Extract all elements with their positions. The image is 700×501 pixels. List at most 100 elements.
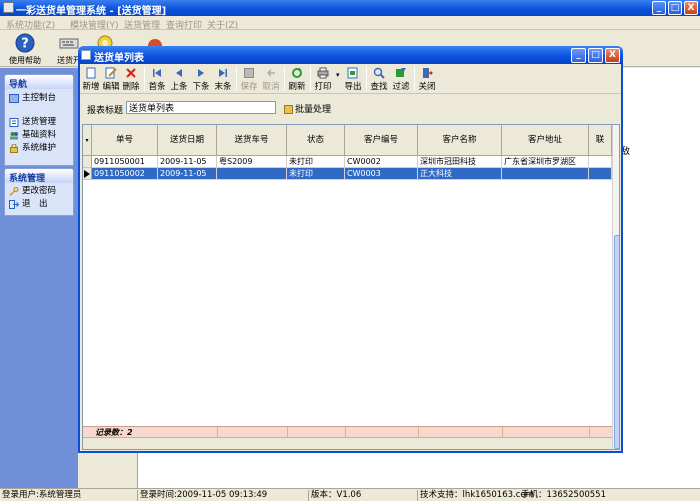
toolbar-close-button[interactable]: 关闭 (418, 67, 436, 93)
toolbar-separator (144, 67, 145, 91)
cell-vehicle-no (217, 168, 287, 180)
nav-item-change-password[interactable]: 更改密码 (5, 185, 73, 198)
nav-item-label: 更改密码 (22, 186, 57, 196)
nav-item-basic-data[interactable]: 基础资料 (5, 129, 73, 142)
scrollbar-thumb[interactable] (614, 235, 619, 449)
nav-item-console[interactable]: 主控制台 (5, 92, 73, 105)
cell-order-no: 0911050002 (92, 168, 158, 180)
edit-icon (105, 67, 117, 79)
people-icon (10, 132, 18, 140)
delivery-grid[interactable]: ▾ 单号 送货日期 送货车号 状态 客户编号 客户名称 客户地址 联 09110… (82, 124, 620, 450)
table-row[interactable]: 0911050001 2009-11-05 粤S2009 未打印 CW0002 … (83, 156, 612, 168)
header-delivery-date[interactable]: 送货日期 (158, 125, 217, 156)
cell-status: 未打印 (287, 156, 345, 168)
toolbar-edit-label: 编辑 (102, 82, 120, 92)
current-row-arrow-icon (84, 170, 90, 178)
toolbar-save-button[interactable]: 保存 (240, 67, 258, 93)
menu-delivery[interactable]: 送货管理 (124, 18, 160, 31)
printer-icon (317, 67, 329, 79)
row-indicator (83, 156, 92, 168)
toolbar-cancel-button[interactable]: 取消 (262, 67, 280, 93)
toolbar-last-button[interactable]: 末条 (214, 67, 232, 93)
toolbar-separator (414, 67, 415, 91)
vertical-scrollbar[interactable] (612, 125, 619, 449)
header-status[interactable]: 状态 (287, 125, 345, 156)
child-close-button[interactable]: X (605, 48, 620, 63)
toolbar-edit-button[interactable]: 编辑 (102, 67, 120, 93)
toolbar-next-button[interactable]: 下条 (192, 67, 210, 93)
nav-item-maintenance[interactable]: 系统维护 (5, 142, 73, 155)
record-count-label: 记录数： (95, 428, 127, 437)
status-version: 版本：V1.06 (308, 490, 361, 501)
lock-icon (284, 105, 293, 114)
cell-contact (589, 156, 612, 168)
status-login-time: 登录时间:2009-11-05 09:13:49 (137, 490, 267, 501)
nav-item-label: 系统维护 (22, 143, 57, 153)
toolbar-filter-button[interactable]: 过滤 (392, 67, 410, 93)
print-dropdown-icon[interactable]: ▾ (336, 71, 340, 79)
refresh-icon (292, 67, 302, 78)
toolbar-separator (236, 67, 237, 91)
status-user: 登录用户:系统管理员 (2, 490, 82, 500)
toolbar-separator (366, 67, 367, 91)
batch-process-button[interactable]: 批量处理 (284, 102, 331, 115)
header-contact[interactable]: 联 (589, 125, 612, 156)
header-customer-name[interactable]: 客户名称 (418, 125, 502, 156)
horizontal-scrollbar[interactable] (83, 437, 612, 449)
close-button[interactable]: X (684, 1, 698, 15)
toolbar-cancel-label: 取消 (262, 82, 280, 92)
header-customer-address[interactable]: 客户地址 (502, 125, 589, 156)
status-support: 技术支持：lhk1650163.com (417, 490, 534, 501)
toolbar-refresh-button[interactable]: 刷新 (288, 67, 306, 93)
keyboard-icon (59, 38, 79, 49)
toolbar-next-label: 下条 (192, 82, 210, 92)
nav-item-delivery[interactable]: 送货管理 (5, 116, 73, 129)
toolbar-filter-label: 过滤 (392, 82, 410, 92)
toolbar-export-button[interactable]: 导出 (344, 67, 362, 93)
next-record-icon (198, 69, 204, 77)
maximize-button[interactable]: □ (668, 1, 682, 15)
first-record-icon (153, 69, 161, 77)
menu-modules[interactable]: 模块管理(Y) (70, 18, 119, 31)
grid-footer: 记录数：2 (83, 426, 612, 438)
cell-customer-name: 深圳市冠田科技 (418, 156, 502, 168)
toolbar-prev-button[interactable]: 上条 (170, 67, 188, 93)
table-row-selected[interactable]: 0911050002 2009-11-05 未打印 CW0003 正大科技 (83, 168, 612, 180)
status-bar: 登录用户:系统管理员 登录时间:2009-11-05 09:13:49 版本：V… (0, 488, 700, 501)
menu-system[interactable]: 系统功能(Z) (6, 18, 55, 31)
toolbar-new-label: 新增 (82, 82, 100, 92)
key-icon (9, 187, 19, 196)
batch-process-label: 批量处理 (295, 105, 332, 115)
new-document-icon (86, 67, 96, 79)
header-order-no[interactable]: 单号 (92, 125, 158, 156)
toolbar-prev-label: 上条 (170, 82, 188, 92)
system-panel-title: 系统管理 (5, 169, 73, 184)
cell-vehicle-no: 粤S2009 (217, 156, 287, 168)
cell-delivery-date: 2009-11-05 (158, 168, 217, 180)
header-vehicle-no[interactable]: 送货车号 (217, 125, 287, 156)
child-minimize-button[interactable]: _ (571, 48, 586, 63)
nav-panel-title: 导航 (5, 75, 73, 90)
toolbar-find-button[interactable]: 查找 (370, 67, 388, 93)
toolbar-new-button[interactable]: 新增 (82, 67, 100, 93)
toolbar-print-button[interactable]: 打印 (314, 67, 332, 93)
toolbar-delete-button[interactable]: 删除 (122, 67, 140, 93)
help-button[interactable]: ? 使用帮助 (4, 33, 46, 65)
toolbar-first-button[interactable]: 首条 (148, 67, 166, 93)
nav-item-exit[interactable]: 退 出 (5, 198, 73, 211)
minimize-button[interactable]: _ (652, 1, 666, 15)
menu-about[interactable]: 关于(Z) (207, 18, 238, 31)
menu-query-print[interactable]: 查询打印 (166, 18, 202, 31)
cell-delivery-date: 2009-11-05 (158, 156, 217, 168)
console-icon (9, 94, 19, 103)
header-customer-code[interactable]: 客户编号 (345, 125, 418, 156)
toolbar-delete-label: 删除 (122, 82, 140, 92)
export-icon (347, 67, 358, 79)
report-title-input[interactable] (126, 101, 276, 114)
cell-customer-address: 广东省深圳市罗湖区 (502, 156, 589, 168)
cell-order-no: 0911050001 (92, 156, 158, 168)
main-title-bar[interactable]: 一彩送货单管理系统 - [送货管理] _ □ X (0, 0, 700, 17)
header-indicator[interactable]: ▾ (83, 125, 92, 156)
child-title-bar[interactable]: 送货单列表 _ □ X (78, 46, 623, 64)
child-maximize-button[interactable]: □ (588, 48, 603, 63)
